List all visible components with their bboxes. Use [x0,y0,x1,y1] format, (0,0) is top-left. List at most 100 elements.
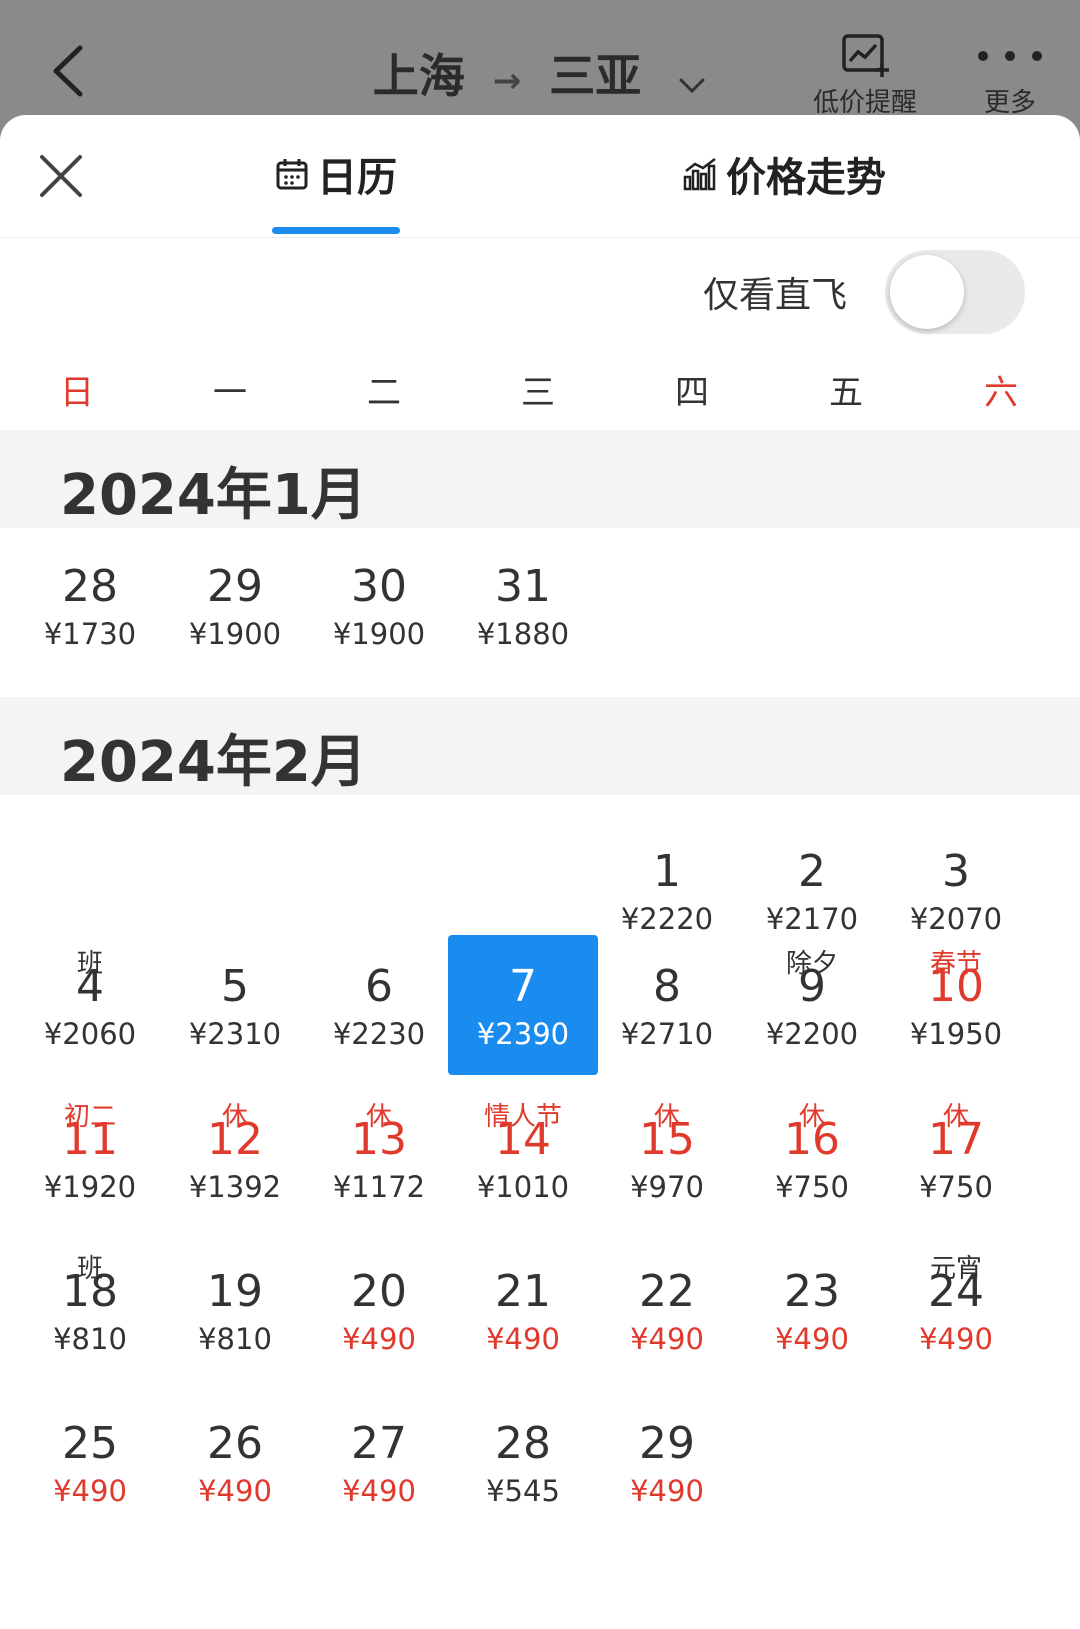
calendar-day-cell[interactable]: 19 ¥810 [160,1240,310,1380]
weekday-fri: 五 [829,373,863,413]
day-number: 23 [784,1266,840,1317]
calendar-day-cell[interactable]: 休 16 ¥750 [737,1088,887,1228]
calendar-day-cell[interactable]: 班 4 ¥2060 [15,935,165,1075]
calendar-day-cell[interactable]: 6 ¥2230 [304,935,454,1075]
route-arrow-icon: → [492,61,522,101]
day-price: ¥1900 [188,617,282,651]
day-price: ¥750 [775,1170,849,1204]
calendar-day-cell[interactable]: 21 ¥490 [448,1240,598,1380]
toggle-knob [890,255,964,329]
day-price: ¥2230 [332,1017,426,1051]
day-number: 15 [639,1114,695,1165]
calendar-day-cell[interactable]: 休 15 ¥970 [592,1088,742,1228]
destination-city: 三亚 [549,49,642,103]
day-number: 26 [207,1418,263,1469]
calendar-day-cell[interactable]: 29 ¥1900 [160,535,310,675]
calendar-day-cell[interactable]: 28 ¥545 [448,1392,598,1532]
tab-price-trend[interactable]: 价格走势 [682,145,886,203]
tab-bar: 日历 价格走势 [0,115,1080,238]
day-number: 3 [942,846,970,897]
day-number: 9 [798,961,826,1012]
day-number: 10 [928,961,984,1012]
more-label: 更多 [983,88,1036,118]
price-alert-button[interactable]: 低价提醒 [800,30,930,119]
calendar-day-cell[interactable]: 班 18 ¥810 [15,1240,165,1380]
more-dots-icon [978,51,1042,61]
day-number: 1 [653,846,681,897]
day-price: ¥490 [486,1322,560,1356]
day-number: 28 [62,561,118,612]
price-alert-label: 低价提醒 [812,88,917,118]
day-number: 12 [207,1114,263,1165]
day-price: ¥490 [919,1322,993,1356]
calendar-day-cell[interactable]: 休 17 ¥750 [881,1088,1031,1228]
calendar-day-cell[interactable]: 25 ¥490 [15,1392,165,1532]
calendar-day-cell[interactable]: 元宵 24 ¥490 [881,1240,1031,1380]
day-number: 31 [495,561,551,612]
calendar-day-cell[interactable]: 初二 11 ¥1920 [15,1088,165,1228]
day-price: ¥1950 [909,1017,1003,1051]
top-bar: 上海 → 三亚 低价提醒 更多 [0,0,1080,120]
day-price: ¥490 [630,1322,704,1356]
weekday-mon: 一 [213,373,247,413]
day-number: 29 [639,1418,695,1469]
month-header-jan: 2024年1月 [0,430,1080,528]
calendar-day-cell[interactable]: 休 12 ¥1392 [160,1088,310,1228]
day-number: 5 [221,961,249,1012]
close-button[interactable] [36,151,86,201]
day-price: ¥1900 [332,617,426,651]
direct-only-toggle[interactable] [885,250,1025,334]
month-title: 2024年2月 [60,730,367,795]
day-number: 25 [62,1418,118,1469]
calendar-day-cell[interactable]: 23 ¥490 [737,1240,887,1380]
calendar-day-cell[interactable]: 休 13 ¥1172 [304,1088,454,1228]
more-button[interactable]: 更多 [960,30,1060,119]
calendar-day-cell[interactable]: 情人节 14 ¥1010 [448,1088,598,1228]
chart-alert-icon [842,34,889,77]
active-tab-indicator [272,227,400,234]
calendar-day-cell[interactable]: 5 ¥2310 [160,935,310,1075]
weekday-sun: 日 [60,373,94,413]
calendar-icon [276,159,308,190]
calendar-day-cell[interactable]: 20 ¥490 [304,1240,454,1380]
day-price: ¥2170 [765,902,859,936]
day-number: 7 [509,961,537,1012]
day-number: 21 [495,1266,551,1317]
day-price: ¥2390 [476,1017,570,1051]
day-price: ¥1392 [188,1170,282,1204]
calendar-day-cell[interactable]: 8 ¥2710 [592,935,742,1075]
month-header-feb: 2024年2月 [0,697,1080,795]
day-number: 8 [653,961,681,1012]
day-price: ¥2310 [188,1017,282,1051]
day-number: 27 [351,1418,407,1469]
calendar-day-cell[interactable]: 30 ¥1900 [304,535,454,675]
calendar-day-cell[interactable]: 22 ¥490 [592,1240,742,1380]
calendar-day-cell[interactable]: 31 ¥1880 [448,535,598,675]
calendar-day-cell[interactable]: 26 ¥490 [160,1392,310,1532]
day-number: 6 [365,961,393,1012]
weekday-tue: 二 [367,373,401,413]
calendar-day-cell[interactable]: 28 ¥1730 [15,535,165,675]
tab-calendar[interactable]: 日历 [275,145,397,203]
day-price: ¥490 [53,1474,127,1508]
calendar-day-cell[interactable]: 29 ¥490 [592,1392,742,1532]
calendar-day-cell[interactable]: 除夕 9 ¥2200 [737,935,887,1075]
day-price: ¥490 [198,1474,272,1508]
day-number: 11 [62,1114,118,1165]
day-number: 18 [62,1266,118,1317]
day-price: ¥2200 [765,1017,859,1051]
calendar-day-cell[interactable]: 7 ¥2390 [448,935,598,1075]
day-price: ¥810 [53,1322,127,1356]
calendar-sheet: 日历 价格走势 仅看直飞 日 一 二 三 四 五 六 2024年1月 28 ¥1… [0,115,1080,1629]
day-number: 22 [639,1266,695,1317]
day-number: 4 [76,961,104,1012]
calendar-day-cell[interactable]: 27 ¥490 [304,1392,454,1532]
day-number: 19 [207,1266,263,1317]
calendar-day-cell[interactable]: 春节 10 ¥1950 [881,935,1031,1075]
day-price: ¥2060 [43,1017,137,1051]
day-number: 29 [207,561,263,612]
day-number: 16 [784,1114,840,1165]
day-price: ¥2070 [909,902,1003,936]
day-number: 17 [928,1114,984,1165]
direct-only-label: 仅看直飞 [702,275,847,316]
